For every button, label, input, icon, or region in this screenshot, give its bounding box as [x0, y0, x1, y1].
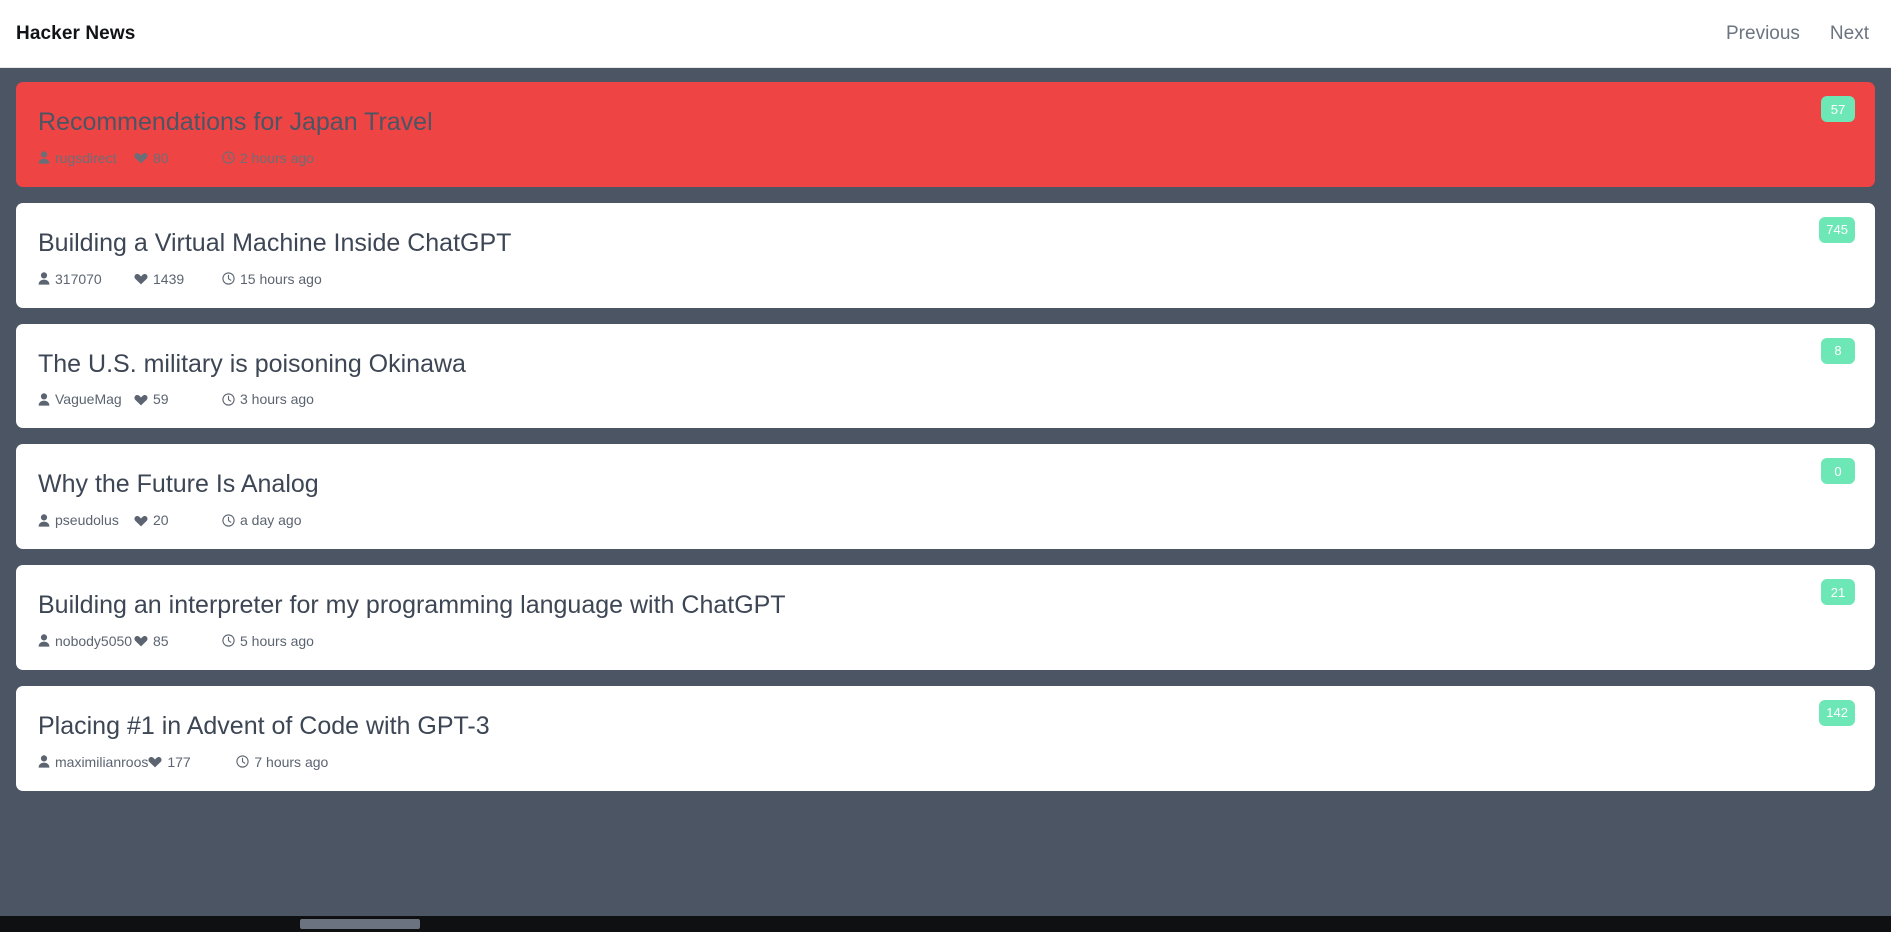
story-points-value: 59 — [153, 391, 169, 408]
story-title[interactable]: Placing #1 in Advent of Code with GPT-3 — [38, 712, 1853, 741]
clock-icon — [222, 272, 235, 285]
story-author-name: nobody5050 — [55, 632, 133, 649]
clock-icon — [222, 634, 235, 647]
heart-icon — [134, 272, 148, 285]
site-header: Hacker News Previous Next — [0, 0, 1891, 68]
score-badge: 8 — [1821, 337, 1855, 364]
story-author-name: VagueMag — [55, 391, 122, 408]
user-icon — [38, 755, 50, 768]
heart-icon — [134, 393, 148, 406]
story-author: 317070 — [38, 272, 134, 286]
previous-link[interactable]: Previous — [1726, 23, 1800, 45]
story-card-6[interactable]: Placing #1 in Advent of Code with GPT-3 … — [16, 685, 1875, 791]
score-badge: 142 — [1819, 699, 1855, 726]
story-points: 20 — [134, 513, 222, 527]
site-brand: Hacker News — [16, 22, 136, 44]
story-points-value: 177 — [167, 753, 191, 770]
story-points: 85 — [134, 634, 222, 648]
story-title[interactable]: The U.S. military is poisoning Okinawa — [38, 350, 1853, 379]
clock-icon — [222, 393, 235, 406]
score-badge: 0 — [1821, 458, 1855, 485]
story-card-2[interactable]: Building a Virtual Machine Inside ChatGP… — [16, 202, 1875, 308]
story-meta: maximilianroos 177 7 hours ago — [38, 755, 1853, 769]
story-time: 15 hours ago — [222, 272, 322, 286]
story-meta: VagueMag 59 3 hours ago — [38, 392, 1853, 406]
score-badge: 21 — [1821, 579, 1855, 605]
story-time: 3 hours ago — [222, 392, 314, 406]
story-author: rugsdirect — [38, 151, 134, 165]
clock-icon — [222, 151, 235, 164]
story-card-4[interactable]: Why the Future Is Analog pseudolus 20 a … — [16, 444, 1875, 549]
story-list: Recommendations for Japan Travel rugsdir… — [0, 68, 1891, 791]
user-icon — [38, 272, 50, 285]
user-icon — [38, 634, 50, 647]
story-title[interactable]: Why the Future Is Analog — [38, 470, 1853, 499]
story-title[interactable]: Recommendations for Japan Travel — [38, 108, 1853, 137]
story-points-value: 85 — [153, 632, 169, 649]
story-author-name: rugsdirect — [55, 149, 117, 166]
story-author-name: 317070 — [55, 270, 102, 287]
next-link[interactable]: Next — [1830, 23, 1869, 45]
story-title[interactable]: Building an interpreter for my programmi… — [38, 591, 1853, 620]
score-badge: 745 — [1819, 216, 1855, 243]
scrollbar-thumb[interactable] — [300, 919, 420, 929]
story-author: nobody5050 — [38, 634, 134, 648]
story-card-5[interactable]: Building an interpreter for my programmi… — [16, 565, 1875, 670]
story-time: 2 hours ago — [222, 151, 314, 165]
story-points-value: 1439 — [153, 270, 185, 287]
story-points: 177 — [148, 755, 236, 769]
story-time: 7 hours ago — [236, 755, 328, 769]
user-icon — [38, 151, 50, 164]
story-title[interactable]: Building a Virtual Machine Inside ChatGP… — [38, 229, 1853, 258]
story-points: 80 — [134, 151, 222, 165]
story-author-name: maximilianroos — [55, 753, 149, 770]
story-meta: nobody5050 85 5 hours ago — [38, 634, 1853, 648]
story-author: pseudolus — [38, 513, 134, 527]
story-card-1[interactable]: Recommendations for Japan Travel rugsdir… — [16, 82, 1875, 187]
heart-icon — [134, 634, 148, 647]
story-time-value: 2 hours ago — [240, 149, 314, 166]
story-meta: 317070 1439 15 hours ago — [38, 272, 1853, 286]
story-card-3[interactable]: The U.S. military is poisoning Okinawa V… — [16, 323, 1875, 429]
story-points-value: 80 — [153, 149, 169, 166]
score-badge: 57 — [1821, 96, 1855, 122]
user-icon — [38, 513, 50, 527]
story-author: VagueMag — [38, 392, 134, 406]
story-meta: rugsdirect 80 2 hours ago — [38, 151, 1853, 165]
story-author-name: pseudolus — [55, 512, 119, 528]
story-meta: pseudolus 20 a day ago — [38, 513, 1853, 527]
story-time-value: 15 hours ago — [240, 270, 322, 287]
story-time-value: 7 hours ago — [254, 753, 329, 770]
user-icon — [38, 393, 50, 406]
story-points: 59 — [134, 392, 222, 406]
heart-icon — [148, 755, 162, 768]
story-author: maximilianroos — [38, 755, 148, 769]
clock-icon — [236, 755, 250, 768]
story-time-value: 3 hours ago — [240, 391, 314, 408]
story-points-value: 20 — [153, 512, 169, 528]
story-time: a day ago — [222, 513, 302, 527]
pagination-nav: Previous Next — [1726, 23, 1869, 45]
clock-icon — [222, 513, 235, 527]
horizontal-scrollbar[interactable] — [0, 916, 1891, 932]
story-time: 5 hours ago — [222, 634, 314, 648]
story-time-value: a day ago — [240, 512, 302, 528]
heart-icon — [134, 151, 148, 164]
story-points: 1439 — [134, 272, 222, 286]
heart-icon — [134, 514, 148, 527]
story-time-value: 5 hours ago — [240, 632, 314, 649]
